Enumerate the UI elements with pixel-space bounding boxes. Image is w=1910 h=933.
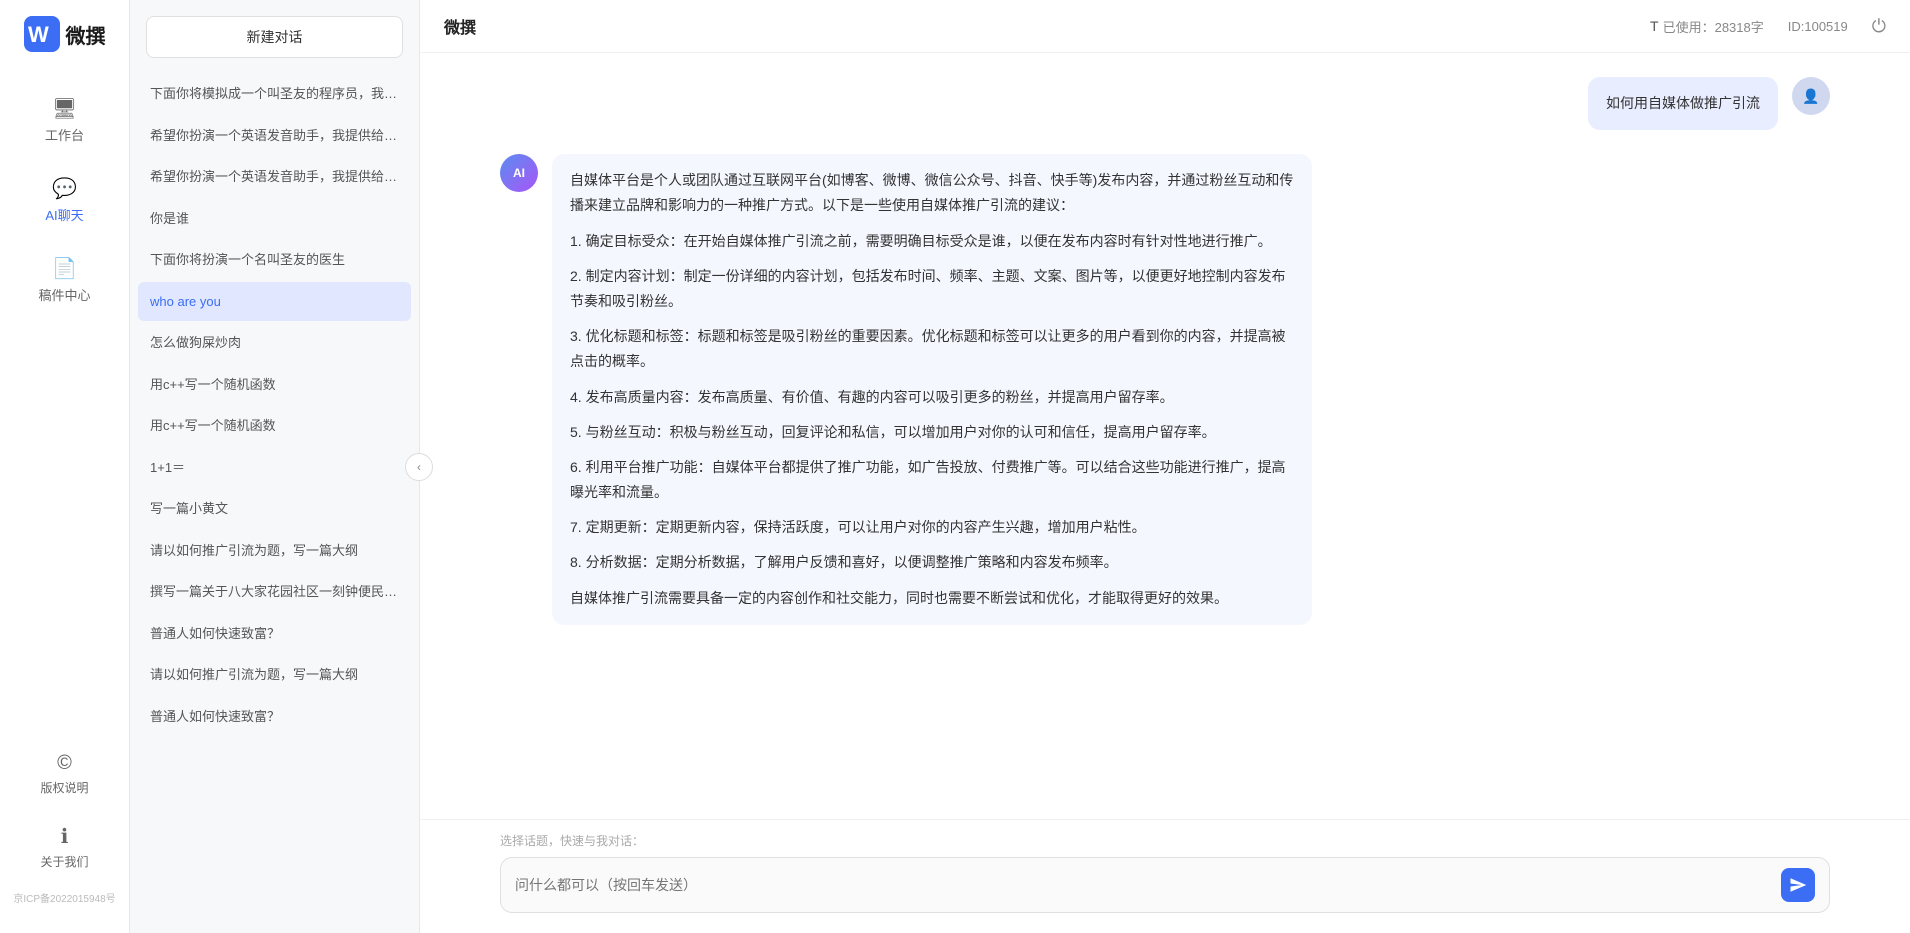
- about-icon: ℹ: [61, 824, 69, 849]
- sidebar-item-label: 工作台: [45, 125, 84, 144]
- chat-list-item[interactable]: 请以如何推广引流为题，写一篇大纲: [138, 655, 411, 695]
- nav-bottom: © 版权说明 ℹ 关于我们 京ICP备2022015948号: [0, 740, 129, 909]
- icp-text: 京ICP备2022015948号: [0, 886, 129, 909]
- send-button[interactable]: [1781, 868, 1815, 902]
- chat-list-item[interactable]: 希望你扮演一个英语发音助手，我提供给你...: [138, 116, 411, 156]
- message-row-ai: AI 自媒体平台是个人或团队通过互联网平台(如博客、微博、微信公众号、抖音、快手…: [500, 154, 1830, 625]
- chat-list-item[interactable]: 下面你将模拟成一个叫圣友的程序员，我说...: [138, 74, 411, 114]
- drafts-icon: 📄: [52, 256, 77, 281]
- ai-message-paragraph: 6. 利用平台推广功能：自媒体平台都提供了推广功能，如广告投放、付费推广等。可以…: [570, 455, 1294, 505]
- chat-list-item[interactable]: 1+1＝: [138, 448, 411, 488]
- chat-list: 下面你将模拟成一个叫圣友的程序员，我说...希望你扮演一个英语发音助手，我提供给…: [130, 74, 419, 933]
- chat-messages: 如何用自媒体做推广引流 👤 AI 自媒体平台是个人或团队通过互联网平台(如博客、…: [420, 53, 1910, 819]
- chat-list-item[interactable]: 普通人如何快速致富？: [138, 697, 411, 737]
- chat-list-item[interactable]: 希望你扮演一个英语发音助手，我提供给你...: [138, 157, 411, 197]
- sidebar-item-label: 版权说明: [40, 779, 88, 796]
- quick-topics-label: 选择话题，快速与我对话：: [500, 832, 1830, 849]
- sidebar-item-copyright[interactable]: © 版权说明: [8, 740, 121, 808]
- nav-items: 🖥 工作台 💬 AI聊天 📄 稿件中心: [0, 84, 129, 740]
- chat-list-item[interactable]: 你是谁: [138, 199, 411, 239]
- aichat-icon: 💬: [52, 176, 77, 201]
- new-chat-button[interactable]: 新建对话: [146, 16, 403, 58]
- page-title: 微撰: [444, 14, 476, 38]
- input-box: [500, 857, 1830, 913]
- message-row-user: 如何用自媒体做推广引流 👤: [500, 77, 1830, 130]
- sidebar: W 微撰 🖥 工作台 💬 AI聊天 📄 稿件中心 © 版权说明 ℹ 关于我们 京…: [0, 0, 130, 933]
- user-avatar: 👤: [1792, 77, 1830, 115]
- chat-list-item[interactable]: 请以如何推广引流为题，写一篇大纲: [138, 531, 411, 571]
- sidebar-item-label: AI聊天: [45, 205, 83, 224]
- ai-message-paragraph: 自媒体平台是个人或团队通过互联网平台(如博客、微博、微信公众号、抖音、快手等)发…: [570, 168, 1294, 218]
- chat-list-item[interactable]: 用c++写一个随机函数: [138, 406, 411, 446]
- ai-message-paragraph: 8. 分析数据：定期分析数据，了解用户反馈和喜好，以便调整推广策略和内容发布频率…: [570, 550, 1294, 575]
- power-icon[interactable]: ⏻: [1872, 16, 1886, 37]
- ai-message-paragraph: 7. 定期更新：定期更新内容，保持活跃度，可以让用户对你的内容产生兴趣，增加用户…: [570, 515, 1294, 540]
- sidebar-item-aichat[interactable]: 💬 AI聊天: [8, 164, 121, 236]
- top-bar-right: T 已使用：28318字 ID:100519 ⏻: [1650, 16, 1886, 37]
- workbench-icon: 🖥: [52, 96, 77, 121]
- ai-message-paragraph: 1. 确定目标受众：在开始自媒体推广引流之前，需要明确目标受众是谁，以便在发布内…: [570, 229, 1294, 254]
- usage-icon: T: [1650, 18, 1659, 34]
- collapse-button[interactable]: ‹: [405, 453, 433, 481]
- ai-message-paragraph: 自媒体推广引流需要具备一定的内容创作和社交能力，同时也需要不断尝试和优化，才能取…: [570, 586, 1294, 611]
- ai-message-bubble: 自媒体平台是个人或团队通过互联网平台(如博客、微博、微信公众号、抖音、快手等)发…: [552, 154, 1312, 625]
- ai-message-paragraph: 5. 与粉丝互动：积极与粉丝互动，回复评论和私信，可以增加用户对你的认可和信任，…: [570, 420, 1294, 445]
- send-icon: [1789, 876, 1807, 894]
- sidebar-item-label: 稿件中心: [38, 285, 90, 304]
- sidebar-item-about[interactable]: ℹ 关于我们: [8, 812, 121, 882]
- chat-list-item[interactable]: 怎么做狗屎炒肉: [138, 323, 411, 363]
- ai-message-paragraph: 4. 发布高质量内容：发布高质量、有价值、有趣的内容可以吸引更多的粉丝，并提高用…: [570, 385, 1294, 410]
- user-message-bubble: 如何用自媒体做推广引流: [1588, 77, 1778, 130]
- copyright-icon: ©: [57, 752, 72, 775]
- svg-text:W: W: [28, 22, 49, 47]
- usage-info: T 已使用：28318字: [1650, 17, 1764, 36]
- ai-message-paragraph: 3. 优化标题和标签：标题和标签是吸引粉丝的重要因素。优化标题和标签可以让更多的…: [570, 324, 1294, 374]
- id-label: ID:100519: [1788, 19, 1848, 34]
- ai-avatar: AI: [500, 154, 538, 192]
- chat-list-item[interactable]: 用c++写一个随机函数: [138, 365, 411, 405]
- usage-label: 已使用：28318字: [1663, 17, 1764, 36]
- chat-list-item[interactable]: 撰写一篇关于八大家花园社区一刻钟便民生...: [138, 572, 411, 612]
- sidebar-item-label: 关于我们: [40, 853, 88, 870]
- sidebar-item-workbench[interactable]: 🖥 工作台: [8, 84, 121, 156]
- logo-area: W 微撰: [14, 16, 116, 52]
- app-name: 微撰: [66, 20, 106, 49]
- chat-input[interactable]: [515, 877, 1771, 893]
- chat-list-item[interactable]: 写一篇小黄文: [138, 489, 411, 529]
- middle-panel: 新建对话 下面你将模拟成一个叫圣友的程序员，我说...希望你扮演一个英语发音助手…: [130, 0, 420, 933]
- chat-list-item[interactable]: 普通人如何快速致富？: [138, 614, 411, 654]
- chat-list-item[interactable]: 下面你将扮演一个名叫圣友的医生: [138, 240, 411, 280]
- logo-icon: W: [24, 16, 60, 52]
- input-area: 选择话题，快速与我对话：: [420, 819, 1910, 933]
- sidebar-item-drafts[interactable]: 📄 稿件中心: [8, 244, 121, 316]
- top-bar: 微撰 T 已使用：28318字 ID:100519 ⏻: [420, 0, 1910, 53]
- user-message-text: 如何用自媒体做推广引流: [1606, 95, 1760, 111]
- chat-list-item[interactable]: who are you: [138, 282, 411, 322]
- ai-message-paragraph: 2. 制定内容计划：制定一份详细的内容计划，包括发布时间、频率、主题、文案、图片…: [570, 264, 1294, 314]
- main-area: 微撰 T 已使用：28318字 ID:100519 ⏻ 如何用自媒体做推广引流 …: [420, 0, 1910, 933]
